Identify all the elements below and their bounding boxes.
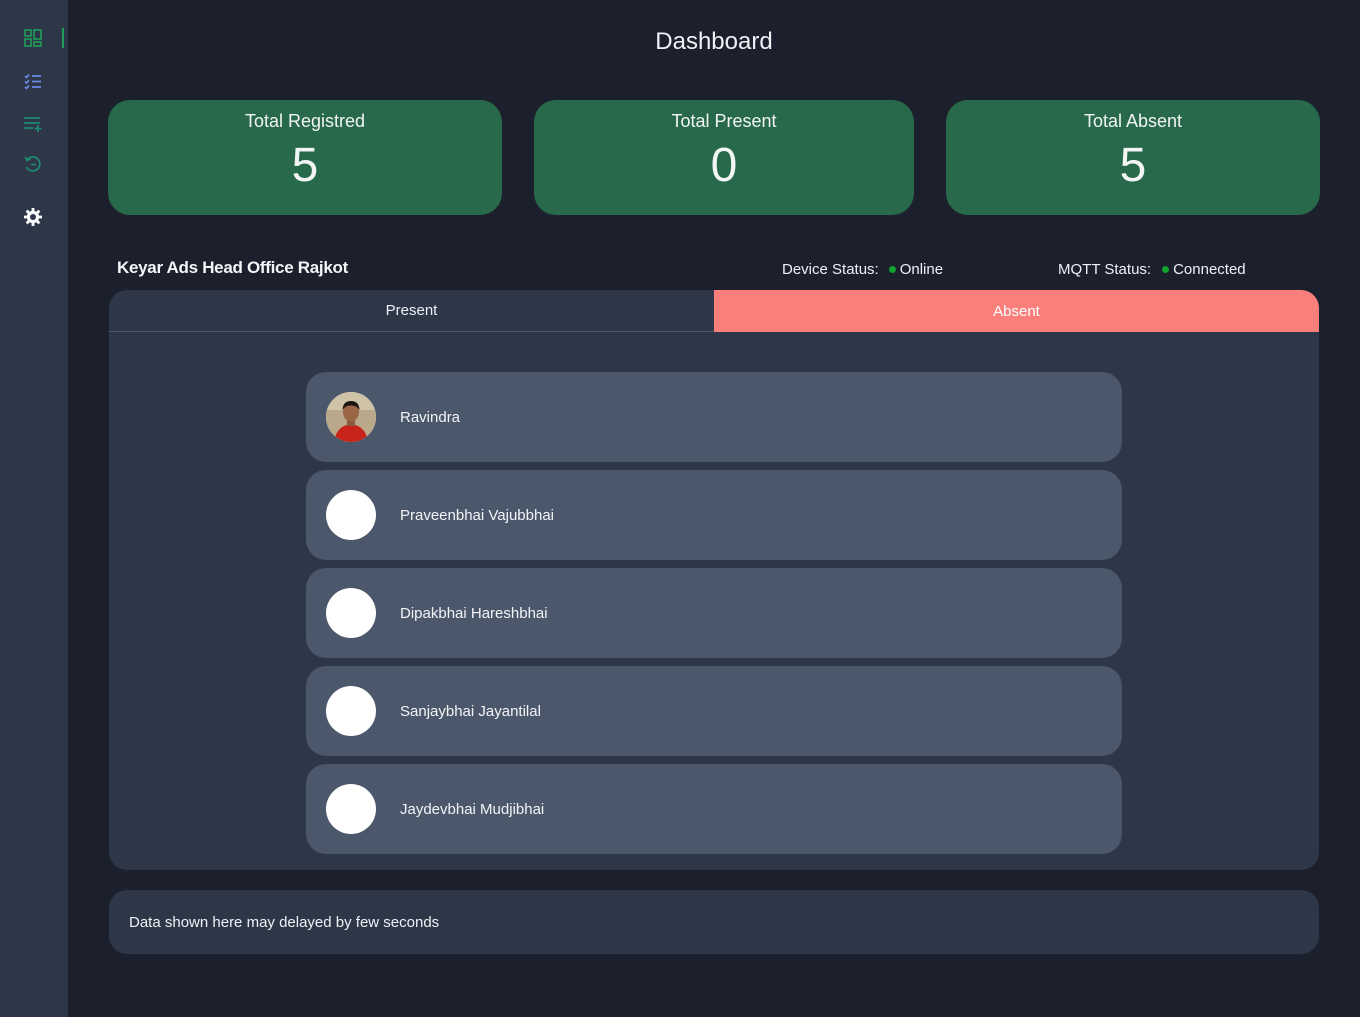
stat-value: 0	[710, 139, 738, 192]
person-name: Dipakbhai Hareshbhai	[400, 604, 548, 622]
avatar	[326, 588, 376, 638]
attendance-panel: Present Absent Ravindra Praveenbhai Vaju…	[109, 290, 1319, 870]
stat-label: Total Present	[671, 111, 777, 131]
online-dot-icon	[888, 266, 896, 273]
person-name: Jaydevbhai Mudjibhai	[400, 800, 545, 818]
add-list-icon[interactable]	[22, 113, 44, 135]
tab-present-label: Present	[385, 302, 438, 319]
list-item[interactable]: Sanjaybhai Jayantilal	[306, 666, 1122, 756]
mqtt-status-label: MQTT Status:	[1058, 261, 1152, 278]
sidebar	[0, 0, 68, 1017]
mqtt-status-value: Connected	[1173, 261, 1246, 278]
footer-note: Data shown here may delayed by few secon…	[109, 890, 1319, 954]
page-title: Dashboard	[655, 28, 773, 55]
settings-icon[interactable]	[22, 206, 44, 228]
stat-card-registered: Total Registred 5	[108, 100, 502, 215]
stat-card-absent: Total Absent 5	[946, 100, 1320, 215]
stat-label: Total Registred	[244, 111, 366, 131]
list-item[interactable]: Ravindra	[306, 372, 1122, 462]
avatar	[326, 392, 376, 442]
checklist-icon[interactable]	[22, 70, 44, 92]
tab-absent[interactable]: Absent	[714, 290, 1319, 332]
history-icon[interactable]	[22, 153, 44, 175]
device-status-label: Device Status:	[782, 261, 879, 278]
person-name: Ravindra	[400, 408, 461, 426]
office-name: Keyar Ads Head Office Rajkot	[117, 258, 348, 277]
footer-note-text: Data shown here may delayed by few secon…	[129, 913, 440, 931]
device-status-value: Online	[899, 261, 944, 278]
stat-card-present: Total Present 0	[534, 100, 914, 215]
person-list: Ravindra Praveenbhai Vajubbhai Dipakbhai…	[306, 372, 1122, 862]
mqtt-status: MQTT Status: Connected	[1058, 261, 1246, 278]
dashboard-icon[interactable]	[22, 27, 44, 49]
person-name: Praveenbhai Vajubbhai	[400, 506, 555, 524]
avatar	[326, 784, 376, 834]
person-name: Sanjaybhai Jayantilal	[400, 702, 541, 720]
stat-value: 5	[1119, 139, 1147, 192]
tab-present[interactable]: Present	[109, 290, 714, 332]
stat-label: Total Absent	[1083, 111, 1183, 131]
stat-value: 5	[291, 139, 319, 192]
active-indicator	[62, 28, 64, 48]
avatar	[326, 686, 376, 736]
connected-dot-icon	[1162, 266, 1170, 273]
list-item[interactable]: Dipakbhai Hareshbhai	[306, 568, 1122, 658]
device-status: Device Status: Online	[782, 261, 943, 278]
list-item[interactable]: Praveenbhai Vajubbhai	[306, 470, 1122, 560]
tab-absent-label: Absent	[993, 302, 1040, 320]
list-item[interactable]: Jaydevbhai Mudjibhai	[306, 764, 1122, 854]
avatar	[326, 490, 376, 540]
